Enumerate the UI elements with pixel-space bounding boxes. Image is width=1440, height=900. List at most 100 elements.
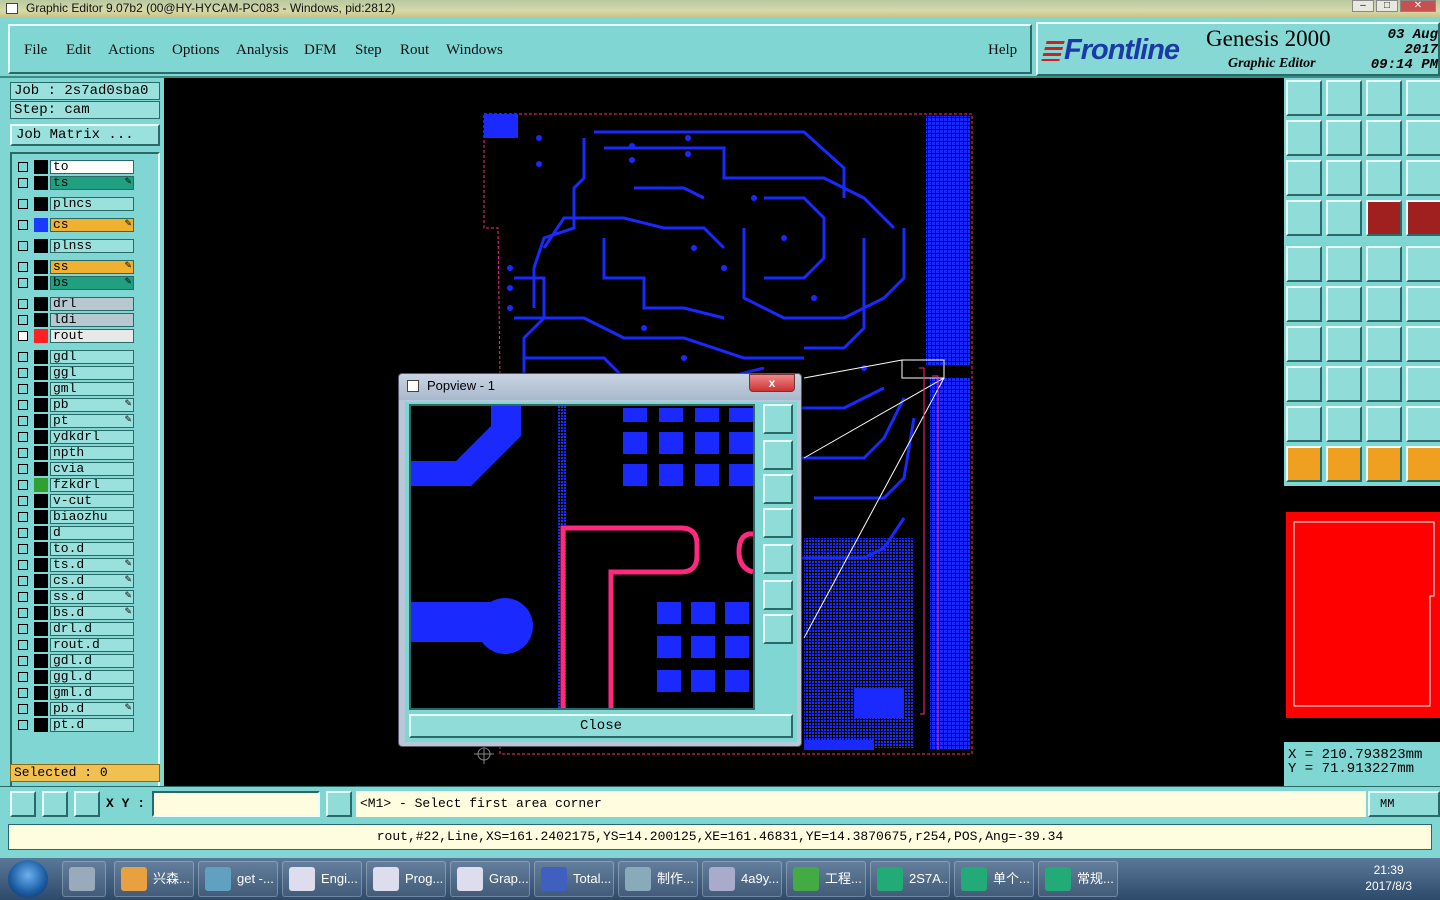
- popview-zoom-in-icon[interactable]: [763, 580, 793, 610]
- popview-pan-right-icon[interactable]: [763, 544, 793, 574]
- taskbar-item[interactable]: Engi...: [282, 861, 362, 897]
- layer-checkbox[interactable]: [18, 528, 28, 538]
- layer-checkbox[interactable]: [18, 672, 28, 682]
- layer-checkbox[interactable]: [18, 640, 28, 650]
- layer-name[interactable]: gml.d: [50, 686, 134, 700]
- snap-icon[interactable]: [10, 791, 36, 817]
- pointer-route-icon[interactable]: [1406, 446, 1440, 482]
- layer-row[interactable]: v-cut: [16, 494, 134, 508]
- layer-row[interactable]: cvia: [16, 462, 134, 476]
- select-pointer-icon[interactable]: [1326, 446, 1362, 482]
- menu-help[interactable]: Help: [988, 42, 1017, 59]
- layer-row[interactable]: ldi: [16, 313, 134, 327]
- layer-name[interactable]: gdl: [50, 350, 134, 364]
- popview-pan-up-icon[interactable]: [763, 440, 793, 470]
- layer-checkbox[interactable]: [18, 544, 28, 554]
- menu-actions[interactable]: Actions: [108, 42, 155, 59]
- zoom-left-icon[interactable]: [1286, 120, 1322, 156]
- shape-icon[interactable]: [1286, 366, 1322, 402]
- layer-row[interactable]: pb.d ✎: [16, 702, 134, 716]
- popview-zoom-out-icon[interactable]: [763, 614, 793, 644]
- layer-name[interactable]: ts: [50, 176, 134, 190]
- save-icon[interactable]: [1326, 80, 1362, 116]
- help-icon[interactable]: [1406, 160, 1440, 196]
- maximize-button[interactable]: □: [1376, 0, 1398, 12]
- layer-name[interactable]: npth: [50, 446, 134, 460]
- taskbar-item[interactable]: get -...: [198, 861, 278, 897]
- move-point-icon[interactable]: [1366, 286, 1402, 322]
- layer-row[interactable]: bs ✎: [16, 276, 134, 290]
- layer-row[interactable]: cs.d ✎: [16, 574, 134, 588]
- layer-name[interactable]: gml: [50, 382, 134, 396]
- pointer-circle-icon[interactable]: [1366, 446, 1402, 482]
- measure-icon[interactable]: [42, 791, 68, 817]
- font-icon[interactable]: [1366, 406, 1402, 442]
- popview-pan-left-icon[interactable]: [763, 508, 793, 538]
- layer-row[interactable]: d: [16, 526, 134, 540]
- layer-row[interactable]: npth: [16, 446, 134, 460]
- layer-checkbox[interactable]: [18, 162, 28, 172]
- layer-row[interactable]: drl: [16, 297, 134, 311]
- layer-name[interactable]: pt: [50, 414, 134, 428]
- taskbar-item[interactable]: Grap...: [450, 861, 530, 897]
- layer-row[interactable]: bs.d ✎: [16, 606, 134, 620]
- zoom-fit-icon[interactable]: [1286, 160, 1322, 196]
- layer-name[interactable]: plnss: [50, 239, 134, 253]
- copy-icon[interactable]: [1406, 366, 1440, 402]
- triangle-icon[interactable]: [1286, 406, 1322, 442]
- layer-name[interactable]: bs: [50, 276, 134, 290]
- menu-rout[interactable]: Rout: [400, 42, 429, 59]
- ruler-icon[interactable]: [1366, 246, 1402, 282]
- arc-icon[interactable]: [1366, 326, 1402, 362]
- menu-analysis[interactable]: Analysis: [236, 42, 289, 59]
- zoom-center-icon[interactable]: [1326, 160, 1362, 196]
- layer-name[interactable]: to: [50, 160, 134, 174]
- color-icon[interactable]: [1326, 246, 1362, 282]
- menu-file[interactable]: File: [24, 42, 47, 59]
- menu-step[interactable]: Step: [355, 42, 382, 59]
- layer-tool-icon[interactable]: [1406, 200, 1440, 236]
- layer-row[interactable]: fzkdrl: [16, 478, 134, 492]
- layer-checkbox[interactable]: [18, 199, 28, 209]
- layer-row[interactable]: pt.d: [16, 718, 134, 732]
- minimize-button[interactable]: –: [1352, 0, 1374, 12]
- layer-row[interactable]: pt ✎: [16, 414, 134, 428]
- layer-name[interactable]: ss: [50, 260, 134, 274]
- text-icon[interactable]: [1406, 326, 1440, 362]
- taskbar-item[interactable]: Total...: [534, 861, 614, 897]
- layer-checkbox[interactable]: [18, 608, 28, 618]
- layer-checkbox[interactable]: [18, 592, 28, 602]
- popview-close-icon[interactable]: x: [749, 374, 795, 392]
- add-pad-icon[interactable]: [1286, 246, 1322, 282]
- start-button[interactable]: [8, 860, 48, 898]
- system-clock[interactable]: 21:39 2017/8/3: [1365, 862, 1412, 894]
- layer-name[interactable]: ydkdrl: [50, 430, 134, 444]
- layer-checkbox[interactable]: [18, 220, 28, 230]
- layer-row[interactable]: ydkdrl: [16, 430, 134, 444]
- layer-checkbox[interactable]: [18, 448, 28, 458]
- taskbar-item[interactable]: Prog...: [366, 861, 446, 897]
- popview-titlebar[interactable]: Popview - 1: [399, 374, 801, 400]
- popview-pan-down-icon[interactable]: [763, 474, 793, 504]
- layer-checkbox[interactable]: [18, 512, 28, 522]
- letter-a-icon[interactable]: [1326, 406, 1362, 442]
- open-job-icon[interactable]: [1286, 80, 1322, 116]
- taskbar-item[interactable]: 4a9y...: [702, 861, 782, 897]
- layer-name[interactable]: ggl.d: [50, 670, 134, 684]
- taskbar-item[interactable]: 工程...: [786, 861, 866, 897]
- layer-row[interactable]: ss ✎: [16, 260, 134, 274]
- array-icon[interactable]: [1366, 366, 1402, 402]
- layer-checkbox[interactable]: [18, 496, 28, 506]
- layer-name[interactable]: ss.d: [50, 590, 134, 604]
- layer-name[interactable]: cvia: [50, 462, 134, 476]
- layer-row[interactable]: ts ✎: [16, 176, 134, 190]
- layer-name[interactable]: v-cut: [50, 494, 134, 508]
- minus-icon[interactable]: [1326, 366, 1362, 402]
- alert-icon[interactable]: [326, 791, 352, 817]
- layer-row[interactable]: ggl.d: [16, 670, 134, 684]
- layer-name[interactable]: ldi: [50, 313, 134, 327]
- grid-icon[interactable]: [74, 791, 100, 817]
- layer-name[interactable]: gdl.d: [50, 654, 134, 668]
- layer-name[interactable]: plncs: [50, 197, 134, 211]
- menu-edit[interactable]: Edit: [66, 42, 91, 59]
